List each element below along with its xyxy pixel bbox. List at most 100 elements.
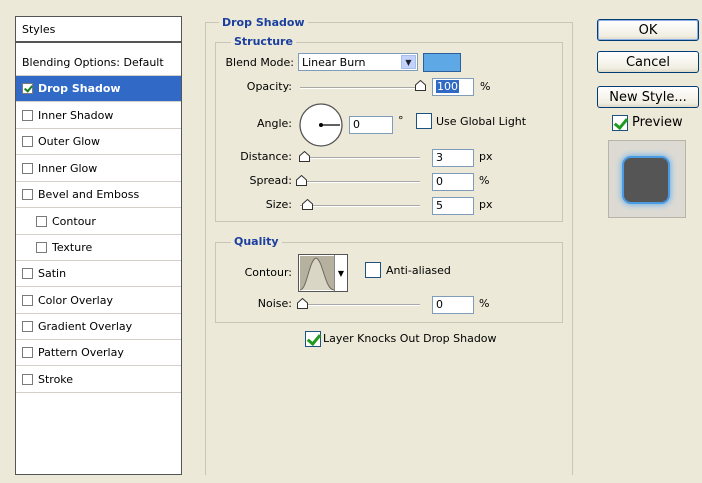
noise-value: 0 <box>436 298 443 311</box>
quality-group <box>215 242 563 323</box>
style-item-checkbox[interactable] <box>22 295 33 306</box>
angle-dial[interactable] <box>298 102 344 148</box>
style-item-checkbox[interactable] <box>36 242 47 253</box>
noise-slider-thumb[interactable] <box>297 298 308 309</box>
style-item-stroke[interactable]: Stroke <box>16 367 181 393</box>
blend-mode-value: Linear Burn <box>302 55 366 69</box>
contour-label: Contour: <box>244 266 292 279</box>
opacity-slider-track[interactable] <box>300 87 425 89</box>
new-style-label: New Style... <box>609 89 687 105</box>
style-item-label: Satin <box>38 267 67 280</box>
styles-header[interactable]: Styles <box>16 17 181 43</box>
distance-input[interactable]: 3 <box>432 149 474 167</box>
style-item-label: Texture <box>52 241 93 254</box>
style-item-checkbox[interactable] <box>22 163 33 174</box>
distance-label: Distance: <box>240 150 292 163</box>
style-item-checkbox[interactable] <box>22 268 33 279</box>
style-item-label: Stroke <box>38 373 74 386</box>
style-item-drop-shadow[interactable]: Drop Shadow <box>16 76 181 102</box>
blending-options-label: Blending Options: Default <box>22 55 164 69</box>
blending-options-item[interactable]: Blending Options: Default <box>16 49 181 76</box>
style-item-label: Contour <box>52 215 96 228</box>
style-item-inner-glow[interactable]: Inner Glow <box>16 156 181 182</box>
chevron-down-icon: ▼ <box>401 55 416 69</box>
blend-mode-select[interactable]: Linear Burn ▼ <box>298 53 418 71</box>
new-style-button[interactable]: New Style... <box>597 86 699 108</box>
style-item-checkbox[interactable] <box>22 110 33 121</box>
style-item-label: Drop Shadow <box>38 82 121 95</box>
cancel-button[interactable]: Cancel <box>597 51 699 73</box>
style-item-satin[interactable]: Satin <box>16 261 181 287</box>
style-item-label: Outer Glow <box>38 135 101 148</box>
shadow-color-swatch[interactable] <box>423 53 461 72</box>
distance-slider-thumb[interactable] <box>299 151 310 162</box>
structure-title: Structure <box>231 35 296 48</box>
angle-input[interactable]: 0 <box>349 116 393 134</box>
noise-slider-track[interactable] <box>300 304 420 306</box>
contour-dropdown-icon[interactable]: ▼ <box>334 255 347 291</box>
spread-slider-thumb[interactable] <box>296 175 307 186</box>
style-item-label: Pattern Overlay <box>38 346 124 359</box>
style-item-gradient-overlay[interactable]: Gradient Overlay <box>16 314 181 340</box>
style-item-checkbox[interactable] <box>22 136 33 147</box>
style-item-contour[interactable]: Contour <box>16 209 181 235</box>
anti-aliased-label: Anti-aliased <box>386 264 451 277</box>
style-item-label: Bevel and Emboss <box>38 188 140 201</box>
size-label: Size: <box>265 198 292 211</box>
style-item-inner-shadow[interactable]: Inner Shadow <box>16 103 181 129</box>
distance-slider-track[interactable] <box>300 157 420 159</box>
style-item-checkbox[interactable] <box>22 189 33 200</box>
style-item-label: Inner Shadow <box>38 109 114 122</box>
opacity-slider-thumb[interactable] <box>415 80 426 91</box>
layer-knocks-out-label: Layer Knocks Out Drop Shadow <box>323 332 497 345</box>
style-item-texture[interactable]: Texture <box>16 235 181 261</box>
style-item-checkbox[interactable] <box>22 347 33 358</box>
opacity-value: 100 <box>436 80 459 93</box>
style-item-outer-glow[interactable]: Outer Glow <box>16 129 181 155</box>
drop-shadow-title: Drop Shadow <box>219 16 308 29</box>
spread-unit: % <box>479 174 490 187</box>
ok-button[interactable]: OK <box>597 19 699 41</box>
opacity-label: Opacity: <box>246 80 292 93</box>
size-slider-track[interactable] <box>300 205 420 207</box>
preview-swatch <box>624 158 668 202</box>
opacity-unit: % <box>480 80 491 93</box>
style-item-color-overlay[interactable]: Color Overlay <box>16 288 181 314</box>
preview-checkbox[interactable] <box>612 115 628 131</box>
style-item-checkbox[interactable] <box>22 374 33 385</box>
spread-input[interactable]: 0 <box>432 173 474 191</box>
distance-unit: px <box>479 150 493 163</box>
spread-slider-track[interactable] <box>300 181 420 183</box>
style-item-pattern-overlay[interactable]: Pattern Overlay <box>16 340 181 366</box>
anti-aliased-checkbox[interactable] <box>365 262 381 278</box>
cancel-label: Cancel <box>625 54 671 70</box>
angle-label: Angle: <box>256 117 292 130</box>
size-slider-thumb[interactable] <box>302 199 313 210</box>
size-value: 5 <box>436 199 443 212</box>
noise-unit: % <box>479 297 490 310</box>
style-item-bevel-and-emboss[interactable]: Bevel and Emboss <box>16 182 181 208</box>
style-item-label: Color Overlay <box>38 294 113 307</box>
use-global-light-checkbox[interactable] <box>416 113 432 129</box>
blend-mode-label: Blend Mode: <box>225 56 295 69</box>
ok-label: OK <box>638 22 658 38</box>
size-input[interactable]: 5 <box>432 197 474 215</box>
layer-knocks-out-checkbox[interactable] <box>305 331 321 347</box>
style-item-checkbox[interactable] <box>36 216 47 227</box>
style-item-checkbox[interactable] <box>22 83 33 94</box>
preview-thumbnail <box>608 140 686 218</box>
angle-unit: ° <box>398 114 404 127</box>
style-item-checkbox[interactable] <box>22 321 33 332</box>
use-global-light-label: Use Global Light <box>436 115 527 128</box>
spread-label: Spread: <box>249 174 292 187</box>
size-unit: px <box>479 198 493 211</box>
contour-curve-icon <box>299 256 335 291</box>
opacity-input[interactable]: 100 <box>432 78 474 96</box>
distance-value: 3 <box>436 151 443 164</box>
styles-list-panel: Styles Blending Options: Default Drop Sh… <box>15 16 182 475</box>
noise-label: Noise: <box>257 297 292 310</box>
spread-value: 0 <box>436 175 443 188</box>
noise-input[interactable]: 0 <box>432 296 474 314</box>
styles-header-label: Styles <box>22 22 56 36</box>
contour-picker[interactable]: ▼ <box>298 254 348 292</box>
